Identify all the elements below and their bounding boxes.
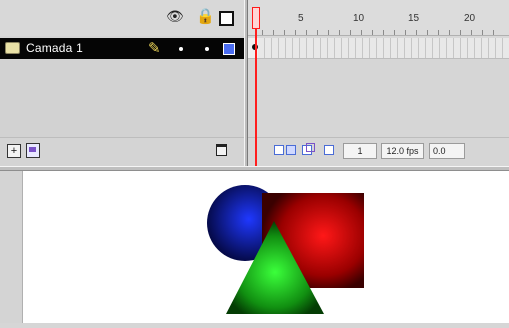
layers-pane: 👁 🔒 Camada 1 ✎ + (0, 0, 244, 167)
ruler-tick (493, 30, 494, 35)
onion-skin-button[interactable] (286, 145, 296, 155)
stage-left-bar (0, 171, 23, 323)
ruler-tick (438, 30, 439, 35)
ruler-tick (394, 30, 395, 35)
frame-ruler[interactable]: 5 10 15 20 (248, 0, 509, 36)
ruler-tick (328, 30, 329, 35)
insert-layer-icon[interactable]: + (7, 144, 21, 158)
ruler-tick (482, 30, 483, 35)
center-frame-button[interactable] (274, 145, 284, 155)
lock-toggle[interactable] (205, 47, 209, 51)
layer-name[interactable]: Camada 1 (26, 41, 83, 55)
layers-header: 👁 🔒 (0, 0, 244, 36)
frames-empty-area (248, 59, 509, 137)
ruler-tick (471, 30, 472, 35)
timeline-panel: 👁 🔒 Camada 1 ✎ + 5 10 15 20 1 12.0 fps 0… (0, 0, 509, 167)
layer-row[interactable]: Camada 1 ✎ (0, 38, 244, 59)
eye-icon[interactable]: 👁 (166, 10, 184, 24)
ruler-tick (317, 30, 318, 35)
timeline-status-bar: 1 12.0 fps 0.0 (248, 137, 509, 166)
frame-number: 20 (464, 13, 476, 24)
ruler-tick (306, 30, 307, 35)
frame-cells[interactable] (258, 38, 509, 58)
stage-canvas[interactable] (23, 171, 509, 323)
ruler-tick (361, 30, 362, 35)
frame-number: 5 (298, 13, 304, 24)
onion-outlines-button[interactable] (302, 143, 315, 155)
ruler-tick (427, 30, 428, 35)
ruler-tick (383, 30, 384, 35)
layer-icon (5, 42, 20, 54)
layers-empty-area (0, 59, 244, 137)
playhead-line (255, 29, 257, 166)
ruler-tick (416, 30, 417, 35)
ruler-tick (339, 30, 340, 35)
outline-color-swatch[interactable] (223, 43, 235, 55)
lock-icon[interactable]: 🔒 (196, 9, 215, 24)
ruler-tick (284, 30, 285, 35)
ruler-tick (449, 30, 450, 35)
pencil-icon: ✎ (148, 39, 161, 57)
stage-shapes (207, 185, 364, 314)
ruler-tick (405, 30, 406, 35)
ruler-tick (295, 30, 296, 35)
ruler-tick (372, 30, 373, 35)
outline-icon[interactable] (219, 11, 234, 26)
current-frame-field: 1 (343, 143, 377, 159)
edit-multiple-frames-button[interactable] (324, 145, 334, 155)
layers-footer: + (0, 137, 244, 167)
visibility-toggle[interactable] (179, 47, 183, 51)
frame-rate-field[interactable]: 12.0 fps (381, 143, 424, 159)
frame-number: 10 (353, 13, 365, 24)
ruler-tick (350, 30, 351, 35)
stage-area (0, 171, 509, 323)
add-guide-layer-icon[interactable] (26, 143, 40, 158)
ruler-tick (273, 30, 274, 35)
playhead[interactable] (252, 7, 260, 29)
ruler-tick (262, 30, 263, 35)
frame-row[interactable] (248, 38, 509, 59)
frame-number: 15 (408, 13, 420, 24)
elapsed-time-field: 0.0 (429, 143, 465, 159)
trash-icon[interactable] (216, 144, 227, 156)
ruler-tick (460, 30, 461, 35)
